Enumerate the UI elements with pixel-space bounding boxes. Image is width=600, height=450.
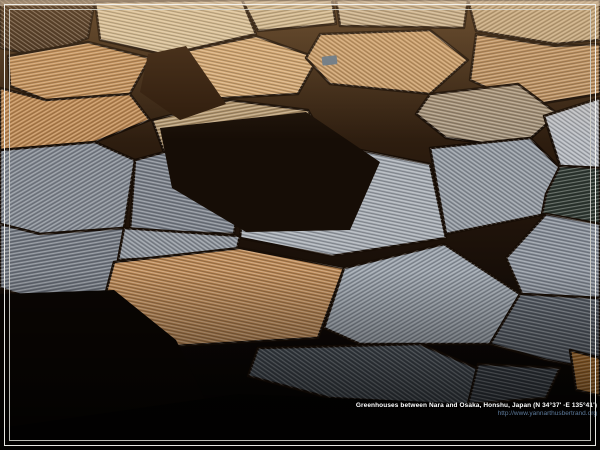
bottom-shadow-overlay (0, 270, 600, 450)
greenhouse-patch (0, 142, 135, 234)
aerial-photo-illustration (0, 0, 600, 450)
warm-light-overlay (0, 0, 600, 140)
desktop-wallpaper: Greenhouses between Nara and Osaka, Hons… (0, 0, 600, 450)
